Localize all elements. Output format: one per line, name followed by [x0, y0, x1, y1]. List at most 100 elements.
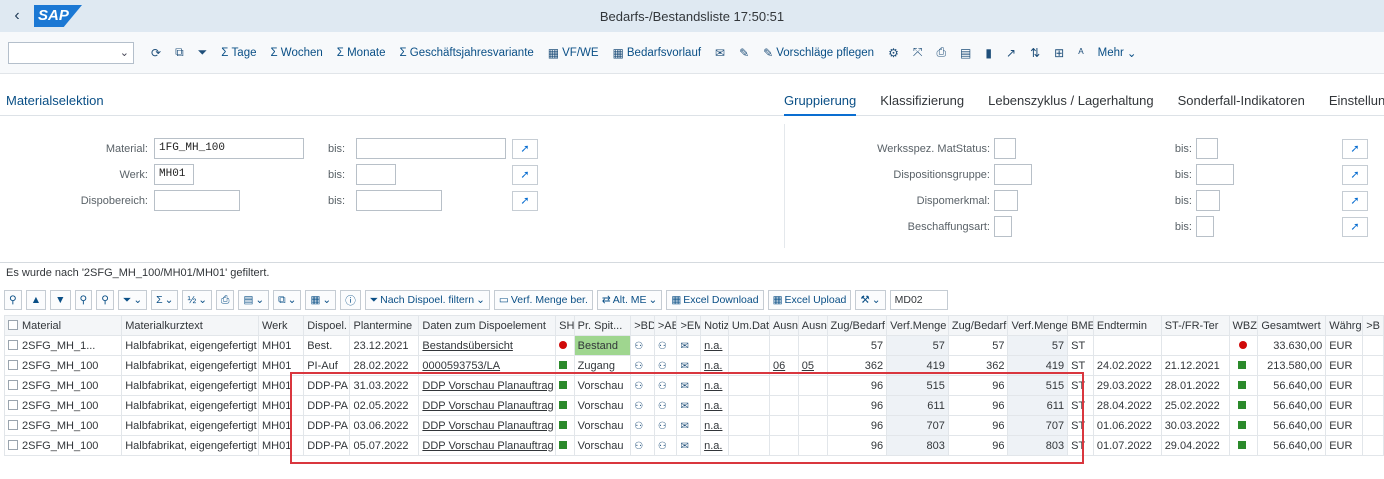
cell-ab[interactable]: ⚇: [653, 395, 678, 416]
tool-button-4[interactable]: ▤: [960, 46, 971, 60]
beschaffungsart-input[interactable]: [994, 216, 1012, 237]
cell-daten-dispoelement[interactable]: 0000593753/LA: [418, 355, 557, 376]
cell-em[interactable]: ✉: [676, 395, 702, 416]
select-all-checkbox[interactable]: [8, 319, 18, 330]
col-sh[interactable]: SH: [555, 315, 575, 336]
tab-klassifizierung[interactable]: Klassifizierung: [880, 93, 964, 116]
cell-ausn-1[interactable]: [768, 375, 799, 396]
bedarfsvorlauf-button[interactable]: ▦ Bedarfsvorlauf: [613, 46, 702, 60]
subtotal-menu-button[interactable]: ½ ⌄: [182, 290, 213, 310]
col-ausn-1[interactable]: Ausn: [768, 315, 799, 336]
tool-button-9[interactable]: ᴬ: [1078, 46, 1083, 60]
cell-notiz[interactable]: n.a.: [700, 395, 729, 416]
cell-bd[interactable]: ⚇: [630, 375, 655, 396]
col-zug-bedarf-2[interactable]: Zug/Bedarf: [947, 315, 1009, 336]
col-materialkurztext[interactable]: Materialkurztext: [121, 315, 259, 336]
cell-ab[interactable]: ⚇: [653, 355, 678, 376]
row-checkbox[interactable]: [8, 339, 18, 350]
cell-ab[interactable]: ⚇: [653, 375, 678, 396]
tool-button-7[interactable]: ⇅: [1030, 46, 1040, 60]
sum-weeks-button[interactable]: Σ Wochen: [271, 47, 323, 59]
col-b[interactable]: >B: [1362, 315, 1384, 336]
col-notiz[interactable]: Notiz: [700, 315, 729, 336]
row-checkbox[interactable]: [8, 399, 18, 410]
row-checkbox[interactable]: [8, 359, 18, 370]
material-bis-input[interactable]: [356, 138, 506, 159]
cell-material[interactable]: 2SFG_MH_100: [3, 375, 123, 396]
excel-upload-button[interactable]: ▦ Excel Upload: [767, 290, 852, 310]
cell-notiz[interactable]: n.a.: [700, 355, 729, 376]
cell-notiz[interactable]: n.a.: [700, 335, 729, 356]
cell-ab[interactable]: ⚇: [653, 335, 678, 356]
cell-daten-dispoelement[interactable]: DDP Vorschau Planauftrag: [418, 435, 557, 456]
cell-daten-dispoelement[interactable]: DDP Vorschau Planauftrag: [418, 395, 557, 416]
col-dispoel[interactable]: Dispoel.: [303, 315, 351, 336]
cell-ausn-2[interactable]: [797, 435, 828, 456]
verf-menge-button[interactable]: ▭ Verf. Menge ber.: [493, 290, 593, 310]
tool-button-5[interactable]: ▮: [985, 46, 992, 60]
alt-me-button[interactable]: ⇄ Alt. ME ⌄: [596, 290, 663, 310]
col-umdat[interactable]: Um.Dat.: [727, 315, 770, 336]
material-input[interactable]: 1FG_MH_100: [154, 138, 304, 159]
dispomerkmal-bis-input[interactable]: [1196, 190, 1220, 211]
search-button[interactable]: ⚲: [74, 290, 93, 310]
col-em[interactable]: >EM: [676, 315, 702, 336]
sort-asc-button[interactable]: ▲: [25, 290, 47, 310]
variant-select[interactable]: ⌄: [8, 41, 134, 64]
col-bd[interactable]: >BD: [630, 315, 655, 336]
cell-bd[interactable]: ⚇: [630, 335, 655, 356]
col-plantermine[interactable]: Plantermine: [349, 315, 420, 336]
table-row[interactable]: 2SFG_MH_100 Halbfabrikat, eigengefertigt M…: [3, 355, 1384, 376]
col-endtermin[interactable]: Endtermin: [1092, 315, 1162, 336]
dispogruppe-input[interactable]: [994, 164, 1032, 185]
beschaffungsart-multi-button[interactable]: ➚: [1342, 216, 1368, 237]
sum-fiscal-button[interactable]: Σ Geschäftsjahresvariante: [399, 47, 533, 59]
mail-button[interactable]: ✉: [715, 46, 725, 60]
cell-notiz[interactable]: n.a.: [700, 375, 729, 396]
beschaffungsart-bis-input[interactable]: [1196, 216, 1214, 237]
col-ausn-2[interactable]: Ausn: [797, 315, 828, 336]
tab-gruppierung[interactable]: Gruppierung: [784, 93, 857, 116]
col-ab[interactable]: >AB: [653, 315, 678, 336]
zoom-button[interactable]: ⚲: [4, 290, 22, 310]
vfwe-button[interactable]: ▦ VF/WE: [548, 46, 599, 60]
copy-button[interactable]: ⧉: [175, 45, 184, 60]
matstatus-input[interactable]: [994, 138, 1016, 159]
cell-ausn-2[interactable]: [797, 415, 828, 436]
row-checkbox[interactable]: [8, 379, 18, 390]
dispomerkmal-input[interactable]: [994, 190, 1018, 211]
filter-menu-button[interactable]: ⏷ ⌄: [117, 290, 148, 310]
sum-days-button[interactable]: Σ Tage: [221, 47, 256, 59]
row-checkbox[interactable]: [8, 439, 18, 450]
cell-em[interactable]: ✉: [676, 415, 702, 436]
layout-menu-button[interactable]: ▦ ⌄: [305, 290, 337, 310]
matstatus-multi-button[interactable]: ➚: [1342, 138, 1368, 159]
cell-bd[interactable]: ⚇: [630, 395, 655, 416]
tool-button-2[interactable]: ⤧: [913, 45, 923, 60]
edit-button[interactable]: ✎: [739, 46, 749, 60]
cell-ausn-2[interactable]: [797, 335, 828, 356]
filter-dispoel-button[interactable]: ⏷ Nach Dispoel. filtern ⌄: [364, 290, 490, 310]
cell-em[interactable]: ✉: [676, 435, 702, 456]
cell-bd[interactable]: ⚇: [630, 355, 655, 376]
tool-button-6[interactable]: ↗: [1006, 46, 1016, 60]
cell-material[interactable]: 2SFG_MH_100: [3, 415, 123, 436]
cell-ab[interactable]: ⚇: [653, 415, 678, 436]
cell-bd[interactable]: ⚇: [630, 415, 655, 436]
excel-download-button[interactable]: ▦ Excel Download: [666, 290, 764, 310]
print-button[interactable]: ⎙: [216, 290, 235, 310]
werk-input[interactable]: MH01: [154, 164, 194, 185]
cell-ausn-1[interactable]: 06: [768, 355, 799, 376]
tab-lebenszyklus[interactable]: Lebenszyklus / Lagerhaltung: [988, 93, 1154, 116]
settings-menu-button[interactable]: ⚒ ⌄: [855, 290, 886, 310]
dispobereich-input[interactable]: [154, 190, 240, 211]
cell-ausn-1[interactable]: [768, 415, 799, 436]
tcode-input[interactable]: MD02: [889, 290, 948, 310]
cell-notiz[interactable]: n.a.: [700, 435, 729, 456]
col-material[interactable]: Material: [3, 315, 123, 336]
export-menu-button[interactable]: ⧉ ⌄: [273, 290, 302, 310]
col-zug-bedarf-1[interactable]: Zug/Bedarf: [826, 315, 888, 336]
refresh-button[interactable]: ⟳: [151, 46, 161, 60]
tab-einstellung[interactable]: Einstellung: [1329, 93, 1384, 116]
cell-ab[interactable]: ⚇: [653, 435, 678, 456]
